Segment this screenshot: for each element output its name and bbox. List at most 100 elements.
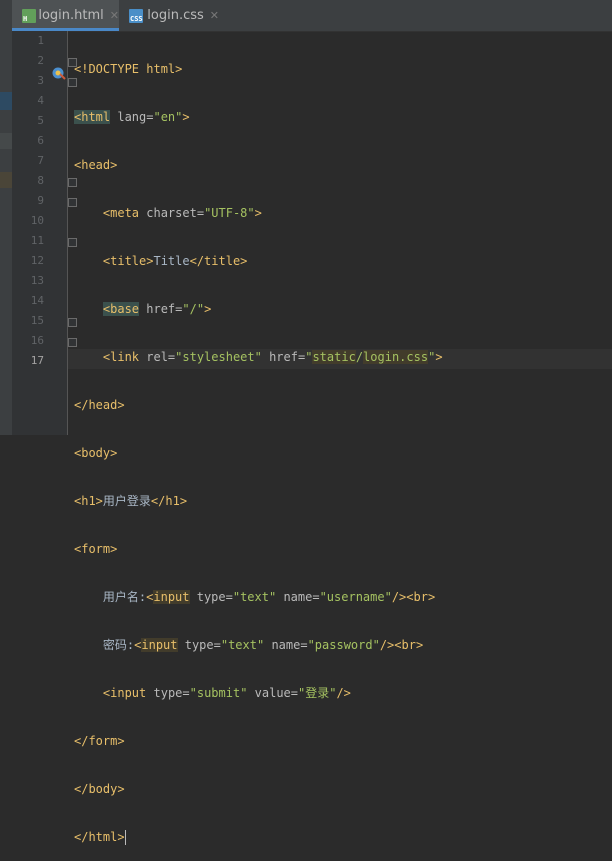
attr-name: rel= bbox=[139, 350, 176, 364]
code-line: <form> bbox=[74, 539, 443, 559]
attr-name: href= bbox=[139, 302, 183, 316]
line-number: 4 bbox=[37, 94, 44, 107]
label-text: 密码: bbox=[102, 638, 135, 652]
tab-label: login.html bbox=[38, 8, 104, 23]
line-number: 1 bbox=[37, 34, 44, 47]
attr-value: "text" bbox=[232, 590, 277, 604]
line-number: 5 bbox=[37, 114, 44, 127]
tab-login-html[interactable]: H login.html ✕ bbox=[12, 0, 119, 31]
code-line: 用户名:<input type="text" name="username"/>… bbox=[74, 587, 443, 607]
text-cursor bbox=[124, 830, 126, 845]
attr-name: name= bbox=[276, 590, 320, 604]
html-close-tag: </html> bbox=[74, 830, 125, 844]
attr-name: name= bbox=[264, 638, 308, 652]
close-icon[interactable]: ✕ bbox=[210, 9, 219, 22]
body-close-tag: </body> bbox=[74, 782, 125, 796]
code-line: <html lang="en"> bbox=[74, 107, 443, 127]
code-line: <meta charset="UTF-8"> bbox=[74, 203, 443, 223]
close-icon[interactable]: ✕ bbox=[110, 9, 119, 22]
line-number: 15 bbox=[30, 314, 44, 327]
input-tag-open: <input bbox=[102, 686, 147, 700]
line-number: 13 bbox=[30, 274, 44, 287]
attr-name: type= bbox=[146, 686, 190, 700]
tag-close: /> bbox=[336, 686, 351, 700]
body-tag: <body> bbox=[74, 446, 118, 460]
left-tool-strip bbox=[0, 0, 12, 435]
form-close-tag: </form> bbox=[74, 734, 125, 748]
code-line: 密码:<input type="text" name="password"/><… bbox=[74, 635, 443, 655]
tag-close: /> bbox=[379, 638, 395, 652]
h1-text: 用户登录 bbox=[102, 494, 151, 508]
code-line: <base href="/"> bbox=[74, 299, 443, 319]
html-file-icon: H bbox=[22, 8, 36, 23]
path-segment[interactable]: static bbox=[312, 350, 356, 364]
title-tag-close: </title> bbox=[189, 254, 248, 268]
meta-tag-open: <meta bbox=[102, 206, 140, 220]
br-tag: <br> bbox=[394, 638, 424, 652]
line-number: 8 bbox=[37, 174, 44, 187]
tag-close: > bbox=[435, 350, 443, 364]
line-number: 7 bbox=[37, 154, 44, 167]
tag-close: > bbox=[182, 110, 190, 124]
code-line: <head> bbox=[74, 155, 443, 175]
tab-label: login.css bbox=[147, 8, 204, 23]
line-number: 2 bbox=[37, 54, 44, 67]
attr-value: "username" bbox=[319, 590, 392, 604]
h1-tag-close: </h1> bbox=[150, 494, 188, 508]
tag-close: > bbox=[254, 206, 262, 220]
css-file-icon: CSS bbox=[129, 8, 143, 23]
tag-close: > bbox=[204, 302, 212, 316]
path-segment[interactable]: login.css bbox=[363, 350, 429, 364]
attr-value: "en" bbox=[153, 110, 183, 124]
link-tag-open: <link bbox=[102, 350, 140, 364]
path-separator: / bbox=[355, 350, 364, 364]
head-tag: <head> bbox=[74, 158, 118, 172]
tool-strip-marker bbox=[0, 172, 12, 188]
h1-tag-open: <h1> bbox=[74, 494, 103, 508]
code-line: </body> bbox=[74, 779, 443, 799]
attr-value: "text" bbox=[220, 638, 265, 652]
code-line: <!DOCTYPE html> bbox=[74, 59, 443, 79]
doctype: <!DOCTYPE html> bbox=[74, 62, 183, 76]
code-line: <input type="submit" value="登录"/> bbox=[74, 683, 443, 703]
input-tag-name: input bbox=[153, 590, 190, 604]
code-line: <h1>用户登录</h1> bbox=[74, 491, 443, 511]
base-tag-open: <base bbox=[102, 302, 140, 316]
label-text: 用户名: bbox=[102, 590, 147, 604]
attr-name: href= bbox=[261, 350, 306, 364]
title-tag-open: <title> bbox=[102, 254, 154, 268]
attr-name: type= bbox=[189, 590, 233, 604]
line-number: 6 bbox=[37, 134, 44, 147]
code-line: <title>Title</title> bbox=[74, 251, 443, 271]
attr-name: charset= bbox=[139, 206, 205, 220]
attr-value: "stylesheet" bbox=[175, 350, 262, 364]
line-number: 11 bbox=[30, 234, 44, 247]
line-number: 12 bbox=[30, 254, 44, 267]
line-number: 14 bbox=[30, 294, 44, 307]
editor-tab-bar: H login.html ✕ CSS login.css ✕ bbox=[12, 0, 612, 32]
tag-close: /> bbox=[391, 590, 407, 604]
line-number: 3 bbox=[37, 74, 44, 87]
attr-value: "UTF-8" bbox=[204, 206, 255, 220]
browser-preview-icon[interactable] bbox=[52, 66, 66, 80]
attr-value: "登录" bbox=[298, 686, 337, 700]
head-close-tag: </head> bbox=[74, 398, 125, 412]
code-editor[interactable]: <!DOCTYPE html> <html lang="en"> <head> … bbox=[74, 31, 443, 861]
input-tag-name: input bbox=[141, 638, 178, 652]
attr-name: value= bbox=[247, 686, 298, 700]
code-line: </head> bbox=[74, 395, 443, 415]
br-tag: <br> bbox=[406, 590, 436, 604]
tab-login-css[interactable]: CSS login.css ✕ bbox=[119, 0, 219, 31]
title-text: Title bbox=[153, 254, 190, 268]
line-number-current: 17 bbox=[30, 354, 44, 367]
tool-strip-marker bbox=[0, 92, 12, 110]
line-number: 10 bbox=[30, 214, 44, 227]
line-number: 9 bbox=[37, 194, 44, 207]
line-number: 16 bbox=[30, 334, 44, 347]
form-tag: <form> bbox=[74, 542, 118, 556]
tool-strip-marker bbox=[0, 133, 12, 149]
editor-gutter: 1 2 3 4 5 6 7 8 9 10 11 12 13 14 15 16 1… bbox=[12, 31, 77, 435]
attr-name: lang= bbox=[110, 110, 154, 124]
html-tag-open: <html bbox=[74, 110, 111, 124]
code-line: <body> bbox=[74, 443, 443, 463]
